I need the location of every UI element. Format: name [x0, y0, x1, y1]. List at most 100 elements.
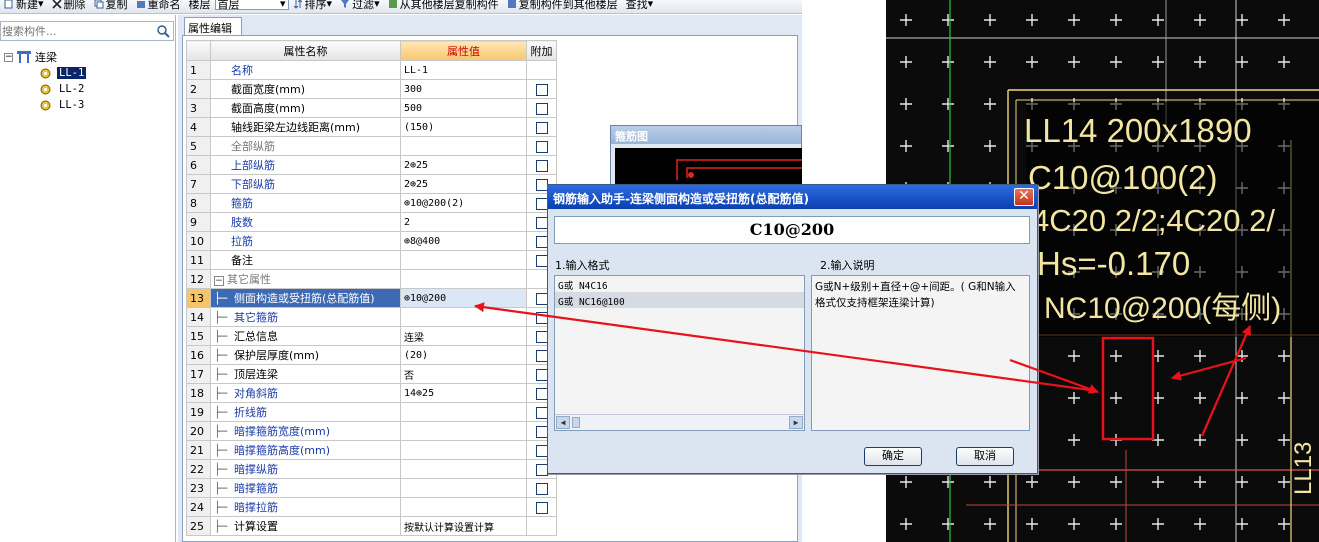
- property-value[interactable]: (150): [400, 117, 527, 137]
- property-value[interactable]: 300: [400, 79, 527, 99]
- attach-checkbox[interactable]: [535, 254, 548, 267]
- attach-checkbox[interactable]: [535, 330, 548, 343]
- copy-button[interactable]: 复制: [94, 0, 128, 11]
- attach-checkbox[interactable]: [535, 121, 548, 134]
- rename-button[interactable]: 重命名: [136, 0, 181, 11]
- tree-item-ll-3[interactable]: LL-3: [4, 97, 86, 113]
- attach-checkbox[interactable]: [535, 482, 548, 495]
- attach-checkbox[interactable]: [535, 368, 548, 381]
- cancel-button[interactable]: 取消: [956, 447, 1014, 466]
- delete-button[interactable]: 删除: [51, 0, 86, 11]
- rebar-value-input[interactable]: C10@200: [554, 216, 1030, 244]
- property-row[interactable]: 25 ├─ 计算设置 按默认计算设置计算: [186, 516, 557, 536]
- sort-button[interactable]: 排序 ▾: [293, 0, 332, 11]
- property-row[interactable]: 20 ├─ 暗撑箍筋宽度(mm): [186, 421, 557, 441]
- property-value[interactable]: [400, 136, 527, 156]
- property-value[interactable]: [400, 269, 527, 289]
- property-row[interactable]: 17 ├─ 顶层连梁 否: [186, 364, 557, 384]
- property-row[interactable]: 6 上部纵筋 2⊕25: [186, 155, 557, 175]
- close-icon[interactable]: ✕: [1014, 188, 1034, 206]
- property-row[interactable]: 21 ├─ 暗撑箍筋高度(mm): [186, 440, 557, 460]
- scroll-right-icon[interactable]: ▶: [789, 416, 803, 429]
- attach-checkbox[interactable]: [535, 102, 548, 115]
- attach-checkbox[interactable]: [535, 292, 548, 305]
- property-row[interactable]: 5 全部纵筋: [186, 136, 557, 156]
- attach-checkbox[interactable]: [535, 197, 548, 210]
- property-value[interactable]: 500: [400, 98, 527, 118]
- copy-from-floor-button[interactable]: 从其他楼层复制构件: [388, 0, 499, 11]
- format-list-item[interactable]: G或 NC16@100: [555, 292, 804, 308]
- property-value[interactable]: [400, 307, 527, 327]
- copy-to-floor-button[interactable]: 复制构件到其他楼层: [507, 0, 618, 11]
- property-row[interactable]: 1 名称 LL-1: [186, 60, 557, 80]
- property-value[interactable]: ⊕8@400: [400, 231, 527, 251]
- property-row[interactable]: 14 ├─ 其它箍筋: [186, 307, 557, 327]
- collapse-icon[interactable]: −: [214, 276, 224, 286]
- attach-checkbox[interactable]: [535, 140, 548, 153]
- tree-root[interactable]: − 连梁: [4, 49, 86, 65]
- floor-select[interactable]: 首层 ▾: [214, 0, 289, 11]
- horizontal-scrollbar[interactable]: ◀ ▶: [555, 414, 804, 430]
- dialog-title-bar[interactable]: 钢筋输入助手-连梁侧面构造或受扭筋(总配筋值) ✕: [548, 185, 1037, 209]
- property-row[interactable]: 24 ├─ 暗撑拉筋: [186, 497, 557, 517]
- property-value[interactable]: LL-1: [400, 60, 527, 80]
- property-value[interactable]: [400, 421, 527, 441]
- tab-property-edit[interactable]: 属性编辑: [184, 17, 242, 35]
- property-row[interactable]: 18 ├─ 对角斜筋 14⊕25: [186, 383, 557, 403]
- attach-checkbox[interactable]: [535, 406, 548, 419]
- tree-item-ll-1[interactable]: LL-1: [4, 65, 87, 81]
- property-value[interactable]: 2⊕25: [400, 155, 527, 175]
- property-row[interactable]: 15 ├─ 汇总信息 连梁: [186, 326, 557, 346]
- property-value[interactable]: 14⊕25: [400, 383, 527, 403]
- scroll-left-icon[interactable]: ◀: [556, 416, 570, 429]
- property-row[interactable]: 9 肢数 2: [186, 212, 557, 232]
- property-value[interactable]: 连梁: [400, 326, 527, 346]
- property-row[interactable]: 13 ├─ 侧面构造或受扭筋(总配筋值) ⊕10@200: [186, 288, 557, 308]
- property-row[interactable]: 11 备注: [186, 250, 557, 270]
- property-row[interactable]: 10 拉筋 ⊕8@400: [186, 231, 557, 251]
- attach-checkbox[interactable]: [535, 235, 548, 248]
- collapse-icon[interactable]: −: [4, 52, 13, 62]
- property-row[interactable]: 3 截面高度(mm) 500: [186, 98, 557, 118]
- attach-checkbox[interactable]: [535, 216, 548, 229]
- new-button[interactable]: 新建 ▾: [4, 0, 44, 11]
- find-button[interactable]: 查找 ▾: [626, 0, 654, 11]
- attach-checkbox[interactable]: [535, 425, 548, 438]
- scrollbar-thumb[interactable]: [572, 417, 580, 428]
- attach-checkbox[interactable]: [535, 311, 548, 324]
- attach-checkbox[interactable]: [535, 159, 548, 172]
- property-row[interactable]: 23 ├─ 暗撑箍筋: [186, 478, 557, 498]
- ok-button[interactable]: 确定: [864, 447, 922, 466]
- property-value[interactable]: ⊕10@200: [400, 288, 527, 308]
- property-value[interactable]: 否: [400, 364, 527, 384]
- property-row[interactable]: 19 ├─ 折线筋: [186, 402, 557, 422]
- property-value[interactable]: ⊕10@200(2): [400, 193, 527, 213]
- attach-checkbox[interactable]: [535, 178, 548, 191]
- tree-item-ll-2[interactable]: LL-2: [4, 81, 86, 97]
- search-input[interactable]: [1, 22, 149, 40]
- property-value[interactable]: 按默认计算设置计算: [400, 516, 527, 536]
- attach-checkbox[interactable]: [535, 349, 548, 362]
- property-value[interactable]: [400, 440, 527, 460]
- property-value[interactable]: 2⊕25: [400, 174, 527, 194]
- search-icon[interactable]: [156, 24, 170, 38]
- stirrup-diagram-window[interactable]: 箍筋图: [610, 125, 803, 188]
- format-list-item[interactable]: G或 N4C16: [555, 276, 804, 292]
- filter-button[interactable]: 过滤 ▾: [340, 0, 380, 11]
- property-value[interactable]: [400, 497, 527, 517]
- attach-checkbox[interactable]: [535, 501, 548, 514]
- property-row[interactable]: 22 ├─ 暗撑纵筋: [186, 459, 557, 479]
- attach-checkbox[interactable]: [535, 387, 548, 400]
- property-row[interactable]: 16 ├─ 保护层厚度(mm) (20): [186, 345, 557, 365]
- property-value[interactable]: [400, 478, 527, 498]
- property-value[interactable]: (20): [400, 345, 527, 365]
- property-row[interactable]: 4 轴线距梁左边线距离(mm) (150): [186, 117, 557, 137]
- property-row[interactable]: 12− 其它属性: [186, 269, 557, 289]
- property-row[interactable]: 8 箍筋 ⊕10@200(2): [186, 193, 557, 213]
- property-value[interactable]: [400, 250, 527, 270]
- property-value[interactable]: 2: [400, 212, 527, 232]
- property-row[interactable]: 2 截面宽度(mm) 300: [186, 79, 557, 99]
- attach-checkbox[interactable]: [535, 83, 548, 96]
- property-value[interactable]: [400, 402, 527, 422]
- property-row[interactable]: 7 下部纵筋 2⊕25: [186, 174, 557, 194]
